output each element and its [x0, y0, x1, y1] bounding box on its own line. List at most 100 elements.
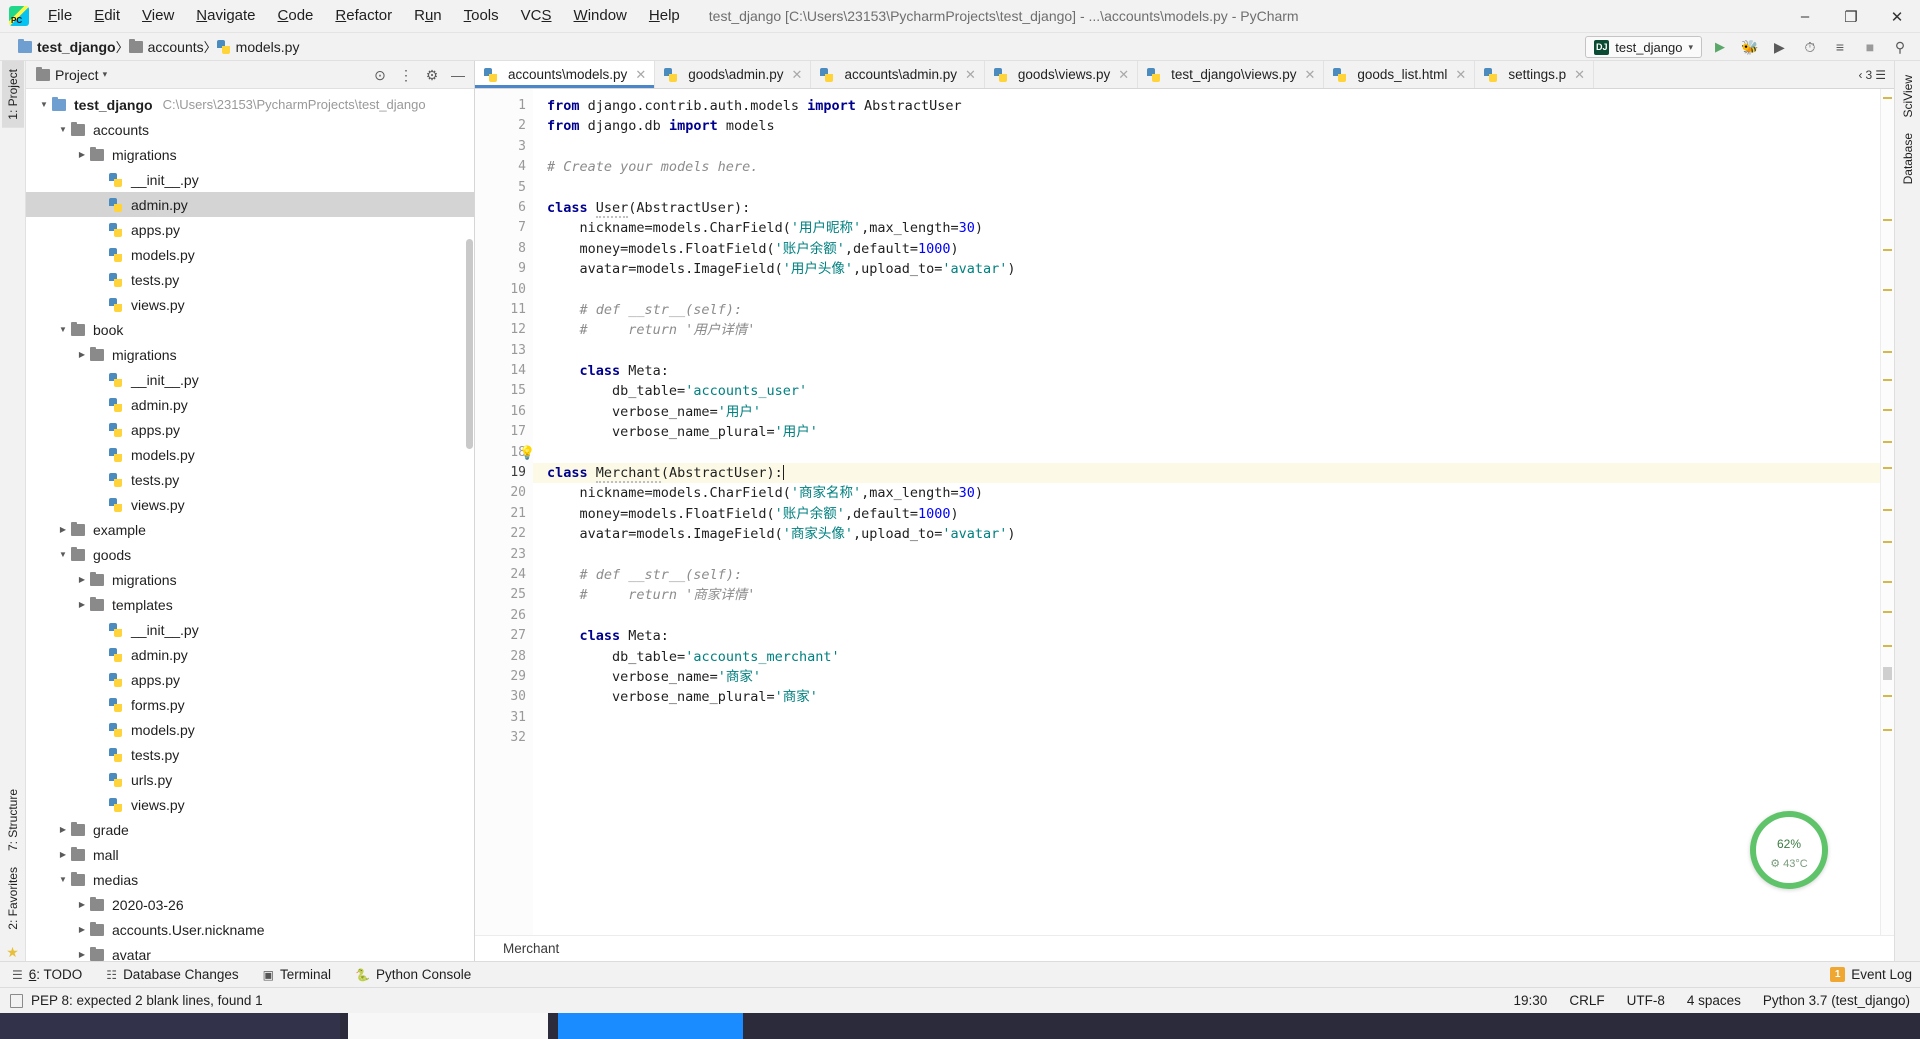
tree-item-models-py[interactable]: models.py — [26, 242, 474, 267]
line-number[interactable]: 21 — [475, 504, 533, 524]
line-separator[interactable]: CRLF — [1569, 993, 1604, 1008]
error-marker-gutter[interactable] — [1880, 89, 1894, 935]
code-line[interactable]: # def __str__(self): — [547, 565, 1880, 585]
tree-item-tests-py[interactable]: tests.py — [26, 742, 474, 767]
tree-item-medias[interactable]: medias — [26, 867, 474, 892]
tree-item-admin-py[interactable]: admin.py — [26, 192, 474, 217]
stop-icon[interactable]: ■ — [1858, 36, 1882, 58]
code-line[interactable] — [547, 728, 1880, 748]
code-line[interactable]: class Merchant(AbstractUser): — [533, 463, 1880, 484]
breadcrumb-item-accounts[interactable]: accounts — [128, 38, 204, 55]
close-tab-icon[interactable]: ✕ — [635, 67, 646, 83]
menu-run[interactable]: Run — [403, 3, 453, 29]
tree-item-goods[interactable]: goods — [26, 542, 474, 567]
project-tree[interactable]: test_django C:\Users\23153\PycharmProject… — [26, 89, 474, 961]
tree-item-__init__-py[interactable]: __init__.py — [26, 617, 474, 642]
tree-item-views-py[interactable]: views.py — [26, 292, 474, 317]
menu-edit[interactable]: Edit — [83, 3, 131, 29]
tree-item-apps-py[interactable]: apps.py — [26, 417, 474, 442]
indent-setting[interactable]: 4 spaces — [1687, 993, 1741, 1008]
tool-window-terminal[interactable]: ▣ Terminal — [251, 962, 343, 988]
debug-icon[interactable]: 🐝 — [1738, 36, 1762, 58]
twisty-closed-icon[interactable] — [55, 850, 71, 859]
tree-item-__init__-py[interactable]: __init__.py — [26, 367, 474, 392]
code-line[interactable]: from django.db import models — [547, 116, 1880, 136]
code-line[interactable]: class Meta: — [547, 361, 1880, 381]
close-tab-icon[interactable]: ✕ — [1574, 67, 1585, 83]
code-line[interactable]: class Meta: — [547, 626, 1880, 646]
line-number[interactable]: 22 — [475, 524, 533, 544]
code-line[interactable]: # return '用户详情' — [547, 320, 1880, 340]
event-log-area[interactable]: 1 Event Log — [1830, 967, 1912, 982]
twisty-open-icon[interactable] — [55, 325, 71, 334]
menu-vcs[interactable]: VCS — [510, 3, 563, 29]
line-number[interactable]: 19 — [475, 463, 545, 483]
line-number[interactable]: 20 — [475, 483, 533, 503]
menu-navigate[interactable]: Navigate — [185, 3, 266, 29]
code-line[interactable]: avatar=models.ImageField('用户头像',upload_t… — [547, 259, 1880, 279]
code-line[interactable]: nickname=models.CharField('商家名称',max_len… — [547, 483, 1880, 503]
close-tab-icon[interactable]: ✕ — [1455, 67, 1466, 83]
tool-tab-project[interactable]: 1: Project — [1, 61, 24, 128]
line-number-gutter[interactable]: 123456789101112131415161718💡192021222324… — [475, 89, 545, 935]
code-line[interactable] — [547, 545, 1880, 565]
tab-overflow-button[interactable]: ‹ 3 ☰ — [1850, 61, 1894, 88]
tree-item-models-py[interactable]: models.py — [26, 442, 474, 467]
twisty-closed-icon[interactable] — [74, 600, 90, 609]
code-line[interactable]: from django.contrib.auth.models import A… — [547, 96, 1880, 116]
editor-tab-accounts-admin-py[interactable]: accounts\admin.py ✕ — [811, 61, 985, 88]
editor-breadcrumb[interactable]: Merchant — [475, 935, 1894, 961]
tree-item-admin-py[interactable]: admin.py — [26, 642, 474, 667]
line-number[interactable]: 1 — [475, 96, 545, 116]
twisty-open-icon[interactable] — [55, 550, 71, 559]
line-number[interactable]: 12 — [475, 320, 545, 340]
line-number[interactable]: 30 — [475, 687, 545, 707]
menu-tools[interactable]: Tools — [453, 3, 510, 29]
tree-item-example[interactable]: example — [26, 517, 474, 542]
twisty-closed-icon[interactable] — [74, 575, 90, 584]
twisty-closed-icon[interactable] — [74, 925, 90, 934]
line-number[interactable]: 3 — [475, 137, 533, 157]
twisty-closed-icon[interactable] — [74, 150, 90, 159]
locate-icon[interactable]: ⊙ — [368, 64, 392, 86]
line-number[interactable]: 17 — [475, 422, 545, 442]
maximize-icon[interactable]: ❐ — [1828, 0, 1874, 33]
code-line[interactable]: verbose_name='商家' — [547, 667, 1880, 687]
tree-item-templates[interactable]: templates — [26, 592, 474, 617]
editor-tab-test_django-views-py[interactable]: test_django\views.py ✕ — [1138, 61, 1325, 88]
breadcrumb-item-models-py[interactable]: models.py — [216, 39, 299, 55]
tree-item-migrations[interactable]: migrations — [26, 567, 474, 592]
code-line[interactable]: verbose_name='用户' — [547, 402, 1880, 422]
attach-process-icon[interactable]: ≡ — [1828, 36, 1852, 58]
profile-icon[interactable]: ⏱ — [1798, 36, 1822, 58]
tree-item-admin-py[interactable]: admin.py — [26, 392, 474, 417]
tree-item-migrations[interactable]: migrations — [26, 342, 474, 367]
menu-file[interactable]: File — [37, 3, 83, 29]
hide-icon[interactable]: — — [446, 64, 470, 86]
tree-item-migrations[interactable]: migrations — [26, 142, 474, 167]
close-tab-icon[interactable]: ✕ — [792, 67, 803, 83]
twisty-closed-icon[interactable] — [74, 950, 90, 959]
menu-code[interactable]: Code — [267, 3, 325, 29]
twisty-open-icon[interactable] — [55, 875, 71, 884]
tree-item-tests-py[interactable]: tests.py — [26, 267, 474, 292]
code-line[interactable] — [547, 178, 1880, 198]
line-number[interactable]: 9 — [475, 259, 533, 279]
line-number[interactable]: 4 — [475, 157, 533, 177]
line-number[interactable]: 31 — [475, 708, 533, 728]
tree-item-views-py[interactable]: views.py — [26, 792, 474, 817]
line-number[interactable]: 29 — [475, 667, 533, 687]
tool-tab-favorites[interactable]: 2: Favorites — [2, 859, 24, 938]
tool-window-6-todo[interactable]: ☰ 6: TODO — [0, 962, 94, 988]
code-line[interactable]: verbose_name_plural='商家' — [547, 687, 1880, 707]
twisty-open-icon[interactable] — [55, 125, 71, 134]
editor-tab-goods-admin-py[interactable]: goods\admin.py ✕ — [655, 61, 812, 88]
tree-item-apps-py[interactable]: apps.py — [26, 217, 474, 242]
run-configuration-selector[interactable]: DJ test_django ▾ — [1585, 36, 1702, 58]
close-icon[interactable]: ✕ — [1874, 0, 1920, 33]
tree-item-__init__-py[interactable]: __init__.py — [26, 167, 474, 192]
editor-tab-goods_list-html[interactable]: goods_list.html ✕ — [1324, 61, 1476, 88]
tree-item-mall[interactable]: mall — [26, 842, 474, 867]
twisty-closed-icon[interactable] — [55, 525, 71, 534]
menu-view[interactable]: View — [131, 3, 185, 29]
